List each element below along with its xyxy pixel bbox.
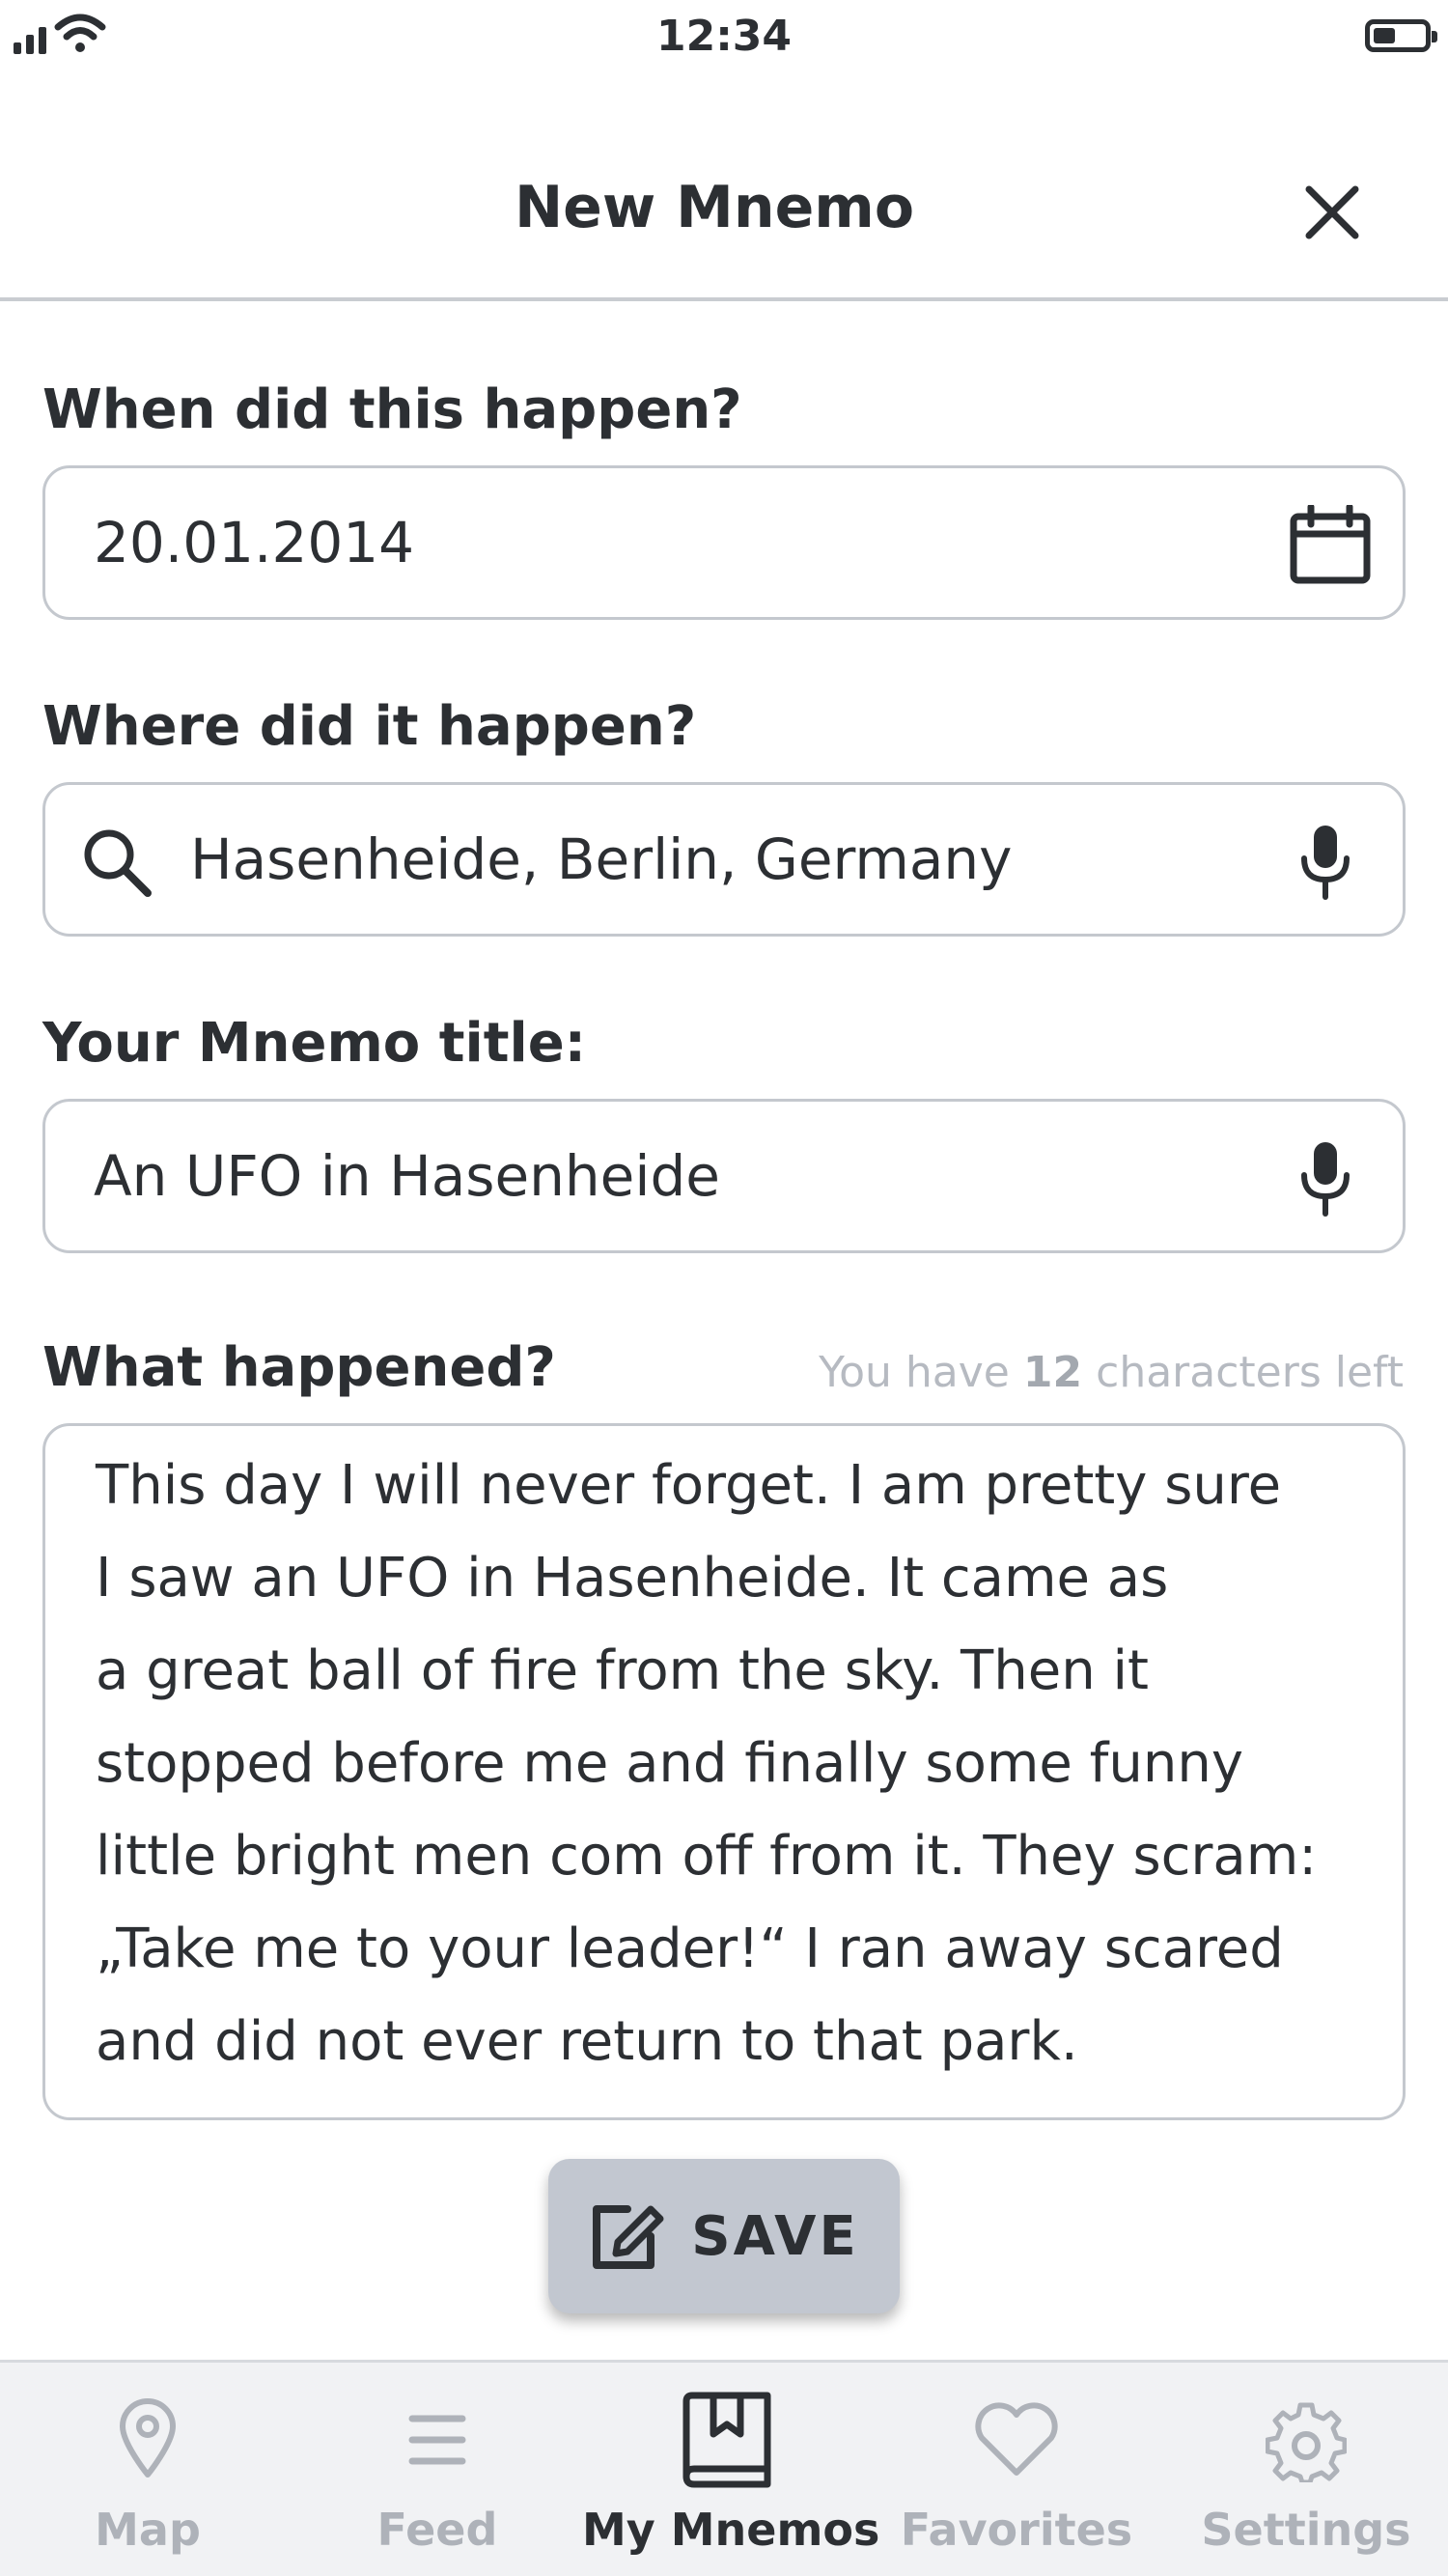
map-pin-icon [120, 2398, 176, 2478]
location-search-field[interactable]: Hasenheide, Berlin, Germany [42, 782, 1406, 937]
tab-feed[interactable]: Feed [292, 2363, 582, 2576]
page-title: New Mnemo [514, 174, 915, 241]
story-line: and did not ever return to that park. [96, 2010, 1078, 2073]
location-voice-button[interactable] [1289, 826, 1362, 900]
search-icon-wrap [80, 826, 153, 899]
story-line: a great ball of fire from the sky. Then … [96, 1639, 1150, 1702]
tab-settings[interactable]: Settings [1161, 2363, 1448, 2576]
calendar-button[interactable] [1287, 501, 1374, 588]
story-line: stopped before me and finally some funny [96, 1732, 1243, 1795]
save-label: SAVE [691, 2204, 859, 2268]
chars-left-count: 12 [1022, 1348, 1083, 1397]
gear-icon [1266, 2402, 1347, 2482]
characters-left-counter: You have 12 characters left [819, 1348, 1404, 1397]
date-label: When did this happen? [42, 378, 742, 441]
title-value: An UFO in Hasenheide [94, 1143, 720, 1209]
status-time: 12:34 [655, 12, 793, 61]
status-bar: 12:34 [0, 0, 1448, 77]
tab-label: Map [95, 2504, 201, 2556]
location-value: Hasenheide, Berlin, Germany [190, 826, 1013, 892]
title-label: Your Mnemo title: [42, 1012, 587, 1075]
chars-left-suffix: characters left [1096, 1348, 1404, 1397]
title-voice-button[interactable] [1289, 1142, 1362, 1217]
calendar-icon [1290, 505, 1371, 584]
microphone-icon [1301, 826, 1350, 900]
date-value: 20.01.2014 [94, 510, 415, 575]
tab-label: Feed [376, 2504, 498, 2556]
tab-map[interactable]: Map [3, 2363, 292, 2576]
story-textarea[interactable]: This day I will never forget. I am prett… [42, 1423, 1406, 2120]
date-field[interactable]: 20.01.2014 [42, 465, 1406, 620]
story-label: What happened? [42, 1336, 556, 1399]
tab-favorites[interactable]: Favorites [872, 2363, 1161, 2576]
story-line: little bright men com off from it. They … [96, 1825, 1318, 1888]
close-button[interactable] [1294, 174, 1371, 251]
heart-icon [975, 2402, 1058, 2476]
tab-label: Favorites [900, 2504, 1133, 2556]
tab-my-mnemos[interactable]: My Mnemos [582, 2363, 880, 2576]
save-button[interactable]: SAVE [548, 2159, 900, 2313]
story-text: This day I will never forget. I am prett… [96, 1440, 1379, 2088]
story-line: „Take me to your leader!“ I ran away sca… [96, 1918, 1284, 1980]
close-icon [1305, 185, 1359, 239]
microphone-icon [1301, 1142, 1350, 1217]
story-line: I saw an UFO in Hasenheide. It came as [96, 1547, 1169, 1610]
location-label: Where did it happen? [42, 695, 697, 758]
book-icon [682, 2392, 771, 2488]
story-line: This day I will never forget. I am prett… [96, 1454, 1282, 1517]
tab-label: My Mnemos [582, 2504, 880, 2556]
title-field[interactable]: An UFO in Hasenheide [42, 1099, 1406, 1253]
bottom-tab-bar: Map Feed My Mnemos Favorites Settings [0, 2360, 1448, 2576]
menu-icon [408, 2415, 466, 2465]
chars-left-prefix: You have [819, 1348, 1010, 1397]
tab-label: Settings [1201, 2504, 1411, 2556]
battery-icon [1365, 19, 1437, 52]
search-icon [84, 829, 152, 897]
edit-icon [593, 2205, 664, 2269]
modal-header: New Mnemo [0, 145, 1448, 301]
